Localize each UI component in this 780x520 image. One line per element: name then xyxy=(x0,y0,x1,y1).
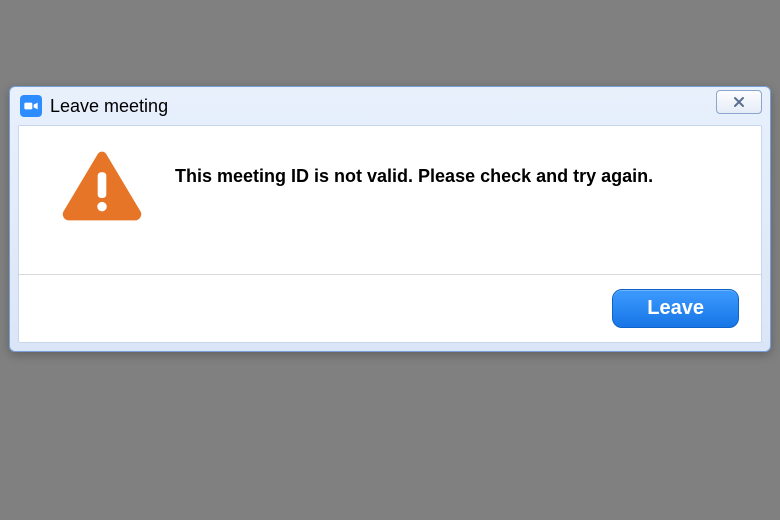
camera-icon xyxy=(23,98,39,114)
message-area: This meeting ID is not valid. Please che… xyxy=(19,126,761,274)
leave-meeting-dialog: Leave meeting This meeting ID is not val… xyxy=(9,86,771,352)
error-message: This meeting ID is not valid. Please che… xyxy=(175,148,653,187)
dialog-title: Leave meeting xyxy=(50,96,764,117)
app-icon xyxy=(20,95,42,117)
warning-icon xyxy=(59,148,145,224)
close-button[interactable] xyxy=(716,90,762,114)
leave-button[interactable]: Leave xyxy=(612,289,739,328)
close-icon xyxy=(732,96,746,108)
dialog-footer: Leave xyxy=(19,275,761,342)
dialog-titlebar: Leave meeting xyxy=(10,87,770,125)
dialog-content: This meeting ID is not valid. Please che… xyxy=(18,125,762,343)
